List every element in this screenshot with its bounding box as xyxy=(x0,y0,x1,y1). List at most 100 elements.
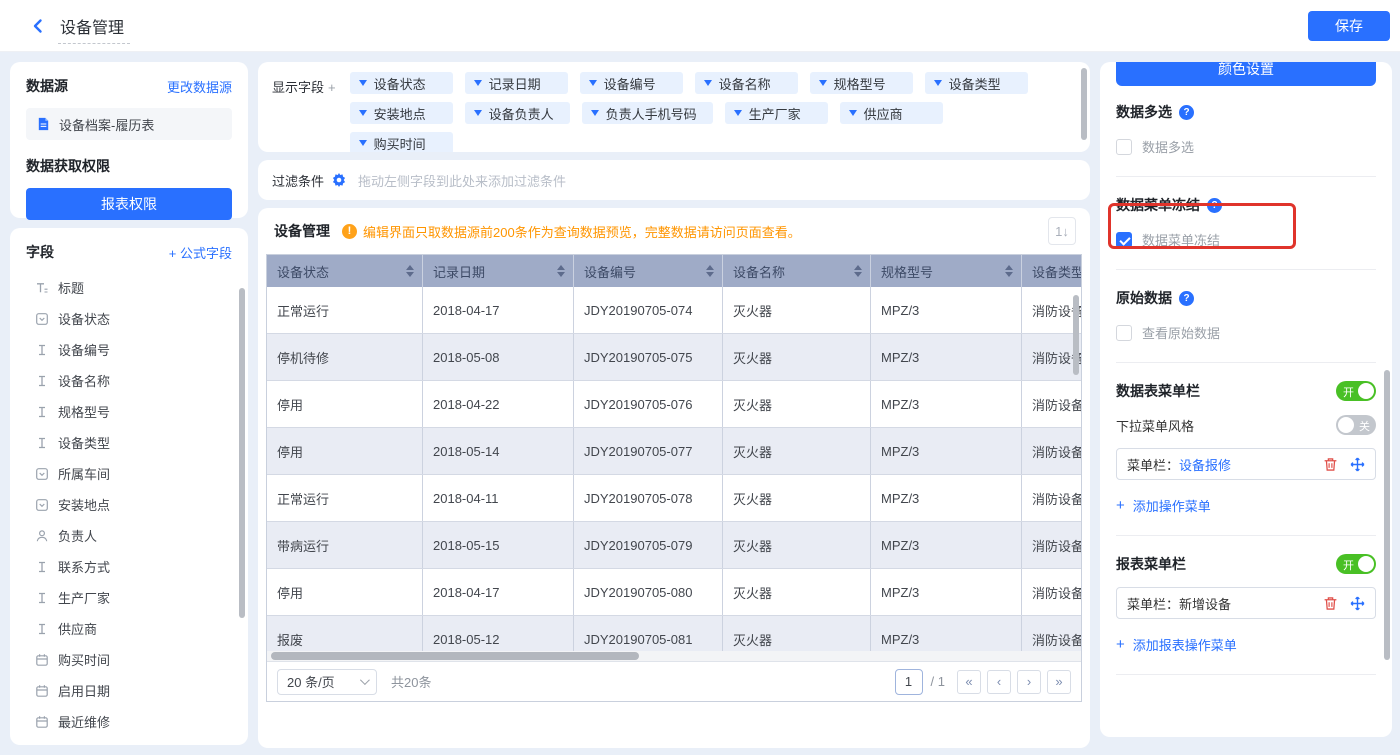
table-row[interactable]: 带病运行 2018-05-15 JDY20190705-079 灭火器 MPZ/3 消防设… xyxy=(267,522,1081,569)
delete-icon[interactable] xyxy=(1323,457,1338,472)
column-header[interactable]: 设备编号 xyxy=(574,255,723,287)
display-field-chip[interactable]: 设备状态 xyxy=(349,72,453,94)
change-datasource-link[interactable]: 更改数据源 xyxy=(167,77,232,96)
table-cell: 2018-05-08 xyxy=(423,334,574,380)
table-sort-icon[interactable]: 1↓ xyxy=(1048,217,1076,245)
back-icon[interactable] xyxy=(26,14,50,38)
field-item[interactable]: 最近维修 xyxy=(26,706,232,737)
field-item[interactable]: 设备编号 xyxy=(26,334,232,365)
display-field-chip[interactable]: 负责人手机号码 xyxy=(581,102,713,124)
field-item[interactable]: 购买时间 xyxy=(26,644,232,675)
field-item[interactable]: 设备状态 xyxy=(26,303,232,334)
page-size-select[interactable]: 20 条/页 xyxy=(277,668,377,695)
filter-settings-gear-icon[interactable] xyxy=(332,173,346,187)
help-icon[interactable]: ? xyxy=(1207,197,1222,213)
page-number-input[interactable]: 1 xyxy=(894,668,923,695)
chip-row: 购买时间 xyxy=(349,132,1028,152)
field-label: 生产厂家 xyxy=(58,591,111,606)
table-row[interactable]: 正常运行 2018-04-17 JDY20190705-074 灭火器 MPZ/3 消防设… xyxy=(267,287,1081,334)
table-cell: 消防设备 xyxy=(1022,616,1081,651)
next-page-icon[interactable]: › xyxy=(1017,669,1041,694)
column-header[interactable]: 记录日期 xyxy=(423,255,574,287)
prev-page-icon[interactable]: ‹ xyxy=(987,669,1011,694)
horizontal-scrollbar-track[interactable] xyxy=(267,651,1081,661)
color-settings-button[interactable]: 颜色设置 xyxy=(1116,62,1376,86)
help-icon[interactable]: ? xyxy=(1179,104,1194,120)
display-field-chip[interactable]: 规格型号 xyxy=(809,72,913,94)
display-field-chip[interactable]: 设备编号 xyxy=(579,72,683,94)
display-field-chip[interactable]: 供应商 xyxy=(839,102,943,124)
display-field-chip[interactable]: 设备类型 xyxy=(924,72,1028,94)
table-vertical-scrollbar[interactable] xyxy=(1073,295,1079,375)
display-field-chip[interactable]: 记录日期 xyxy=(464,72,568,94)
report-menu-toggle[interactable]: 开 xyxy=(1336,554,1376,574)
table-row[interactable]: 报废 2018-05-12 JDY20190705-081 灭火器 MPZ/3 消防设备 xyxy=(267,616,1081,651)
sort-arrows-icon[interactable] xyxy=(854,265,862,277)
table-menu-item[interactable]: 菜单栏：设备报修 xyxy=(1116,448,1376,480)
sort-arrows-icon[interactable] xyxy=(1005,265,1013,277)
table-row[interactable]: 停用 2018-05-14 JDY20190705-077 灭火器 MPZ/3 消防设备 xyxy=(267,428,1081,475)
display-field-chip[interactable]: 生产厂家 xyxy=(724,102,828,124)
display-panel-scrollbar[interactable] xyxy=(1081,68,1087,140)
dropdown-style-toggle[interactable]: 关 xyxy=(1336,415,1376,435)
add-action-menu-link[interactable]: + 添加操作菜单 xyxy=(1116,496,1376,515)
last-page-icon[interactable]: » xyxy=(1047,669,1071,694)
report-permission-button[interactable]: 报表权限 xyxy=(26,188,232,220)
table-menu-toggle[interactable]: 开 xyxy=(1336,381,1376,401)
display-field-chip[interactable]: 安装地点 xyxy=(349,102,453,124)
settings-scrollbar[interactable] xyxy=(1384,370,1390,660)
table-row[interactable]: 正常运行 2018-04-11 JDY20190705-078 灭火器 MPZ/3 消防设… xyxy=(267,475,1081,522)
page-title[interactable]: 设备管理 xyxy=(58,14,131,44)
move-icon[interactable] xyxy=(1350,457,1365,472)
field-item[interactable]: 联系方式 xyxy=(26,551,232,582)
table-cell: MPZ/3 xyxy=(871,569,1022,615)
field-item[interactable]: 规格型号 xyxy=(26,396,232,427)
field-item[interactable]: 供应商 xyxy=(26,613,232,644)
filter-panel: 过滤条件 拖动左侧字段到此处来添加过滤条件 xyxy=(258,160,1090,200)
field-item[interactable]: 设备名称 xyxy=(26,365,232,396)
help-icon[interactable]: ? xyxy=(1179,290,1194,306)
add-report-action-menu-link[interactable]: + 添加报表操作菜单 xyxy=(1116,635,1376,654)
sort-arrows-icon[interactable] xyxy=(406,265,414,277)
table-cell: 灭火器 xyxy=(723,616,871,651)
menu-freeze-checkbox[interactable] xyxy=(1116,231,1132,248)
chevron-down-icon xyxy=(358,110,367,116)
column-header[interactable]: 设备类型 xyxy=(1022,255,1081,287)
first-page-icon[interactable]: « xyxy=(957,669,981,694)
menu-freeze-checkbox-row[interactable]: 数据菜单冻结 xyxy=(1116,230,1376,249)
column-header[interactable]: 设备状态 xyxy=(267,255,423,287)
page-total-label: / 1 xyxy=(930,674,945,689)
field-item[interactable]: 安装地点 xyxy=(26,489,232,520)
plus-icon: + xyxy=(1116,497,1125,514)
column-header[interactable]: 设备名称 xyxy=(723,255,871,287)
save-button[interactable]: 保存 xyxy=(1308,11,1390,41)
sort-arrows-icon[interactable] xyxy=(557,265,565,277)
display-field-chip[interactable]: 设备名称 xyxy=(694,72,798,94)
multi-select-checkbox[interactable] xyxy=(1116,138,1132,155)
add-formula-field-link[interactable]: + 公式字段 xyxy=(169,243,232,262)
table-row[interactable]: 停用 2018-04-17 JDY20190705-080 灭火器 MPZ/3 消防设备 xyxy=(267,569,1081,616)
field-item[interactable]: 设备类型 xyxy=(26,427,232,458)
field-item[interactable]: 所属车间 xyxy=(26,458,232,489)
table-cell: MPZ/3 xyxy=(871,616,1022,651)
table-row[interactable]: 停机待修 2018-05-08 JDY20190705-075 灭火器 MPZ/3 消防设… xyxy=(267,334,1081,381)
add-display-field-icon[interactable]: + xyxy=(328,80,336,95)
horizontal-scrollbar-thumb[interactable] xyxy=(271,652,639,660)
field-item[interactable]: 生产厂家 xyxy=(26,582,232,613)
display-field-chip[interactable]: 设备负责人 xyxy=(464,102,570,124)
column-header[interactable]: 规格型号 xyxy=(871,255,1022,287)
raw-data-checkbox[interactable] xyxy=(1116,324,1132,341)
table-row[interactable]: 停用 2018-04-22 JDY20190705-076 灭火器 MPZ/3 消防设备 xyxy=(267,381,1081,428)
delete-icon[interactable] xyxy=(1323,596,1338,611)
fields-scrollbar[interactable] xyxy=(239,288,245,618)
raw-data-checkbox-row[interactable]: 查看原始数据 xyxy=(1116,323,1376,342)
multi-select-checkbox-row[interactable]: 数据多选 xyxy=(1116,137,1376,156)
field-item[interactable]: 标题 xyxy=(26,272,232,303)
report-menu-item[interactable]: 菜单栏：新增设备 xyxy=(1116,587,1376,619)
field-item[interactable]: 启用日期 xyxy=(26,675,232,706)
field-item[interactable]: 负责人 xyxy=(26,520,232,551)
move-icon[interactable] xyxy=(1350,596,1365,611)
sort-arrows-icon[interactable] xyxy=(706,265,714,277)
datasource-item[interactable]: 设备档案-履历表 xyxy=(26,108,232,140)
display-field-chip[interactable]: 购买时间 xyxy=(349,132,453,152)
